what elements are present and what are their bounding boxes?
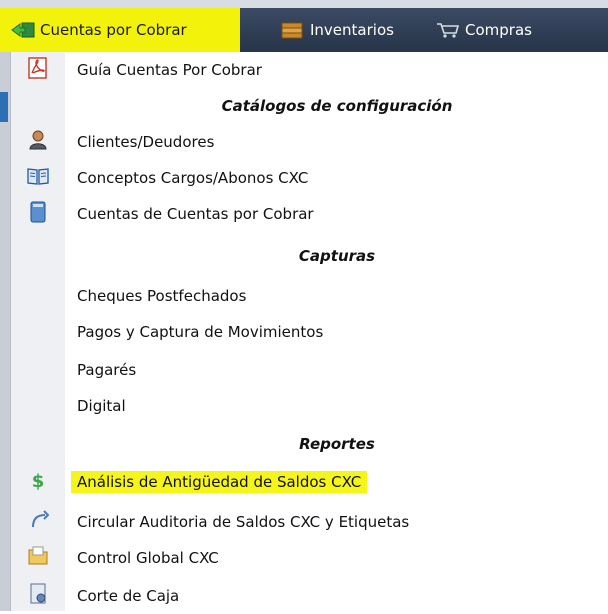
menu-item-guia-cuentas[interactable]: Guía Cuentas Por Cobrar (11, 52, 608, 88)
tab-label: Cuentas por Cobrar (40, 21, 187, 39)
menu-item-label: Pagarés (77, 361, 137, 379)
menu-item-label: Análisis de Antigüedad de Saldos CXC (71, 471, 368, 493)
svg-text:$: $ (32, 471, 45, 491)
menu-item-control-global[interactable]: Control Global CXC (11, 540, 608, 576)
menu-item-label: Digital (77, 397, 126, 415)
menu-item-label: Cuentas de Cuentas por Cobrar (77, 205, 314, 223)
tab-label: Inventarios (310, 21, 394, 39)
menu-item-pagares[interactable]: Pagarés (11, 352, 608, 388)
folder-icon (27, 545, 49, 571)
menu-item-label: Guía Cuentas Por Cobrar (77, 61, 262, 79)
menu-item-corte-de-caja[interactable]: Corte de Caja (11, 578, 608, 614)
menu-item-cheques-postfechados[interactable]: Cheques Postfechados (11, 278, 608, 314)
box-icon (280, 21, 306, 39)
pdf-icon (27, 57, 49, 83)
cart-icon (435, 21, 461, 39)
menu-item-label: Circular Auditoria de Saldos CXC y Etiqu… (77, 513, 410, 531)
menu-item-analisis-antiguedad[interactable]: $ Análisis de Antigüedad de Saldos CXC (11, 464, 608, 500)
menu-item-label: Conceptos Cargos/Abonos CXC (77, 169, 309, 187)
dollar-icon: $ (27, 469, 49, 495)
menu-item-label: Pagos y Captura de Movimientos (77, 323, 324, 341)
section-reportes: Reportes (299, 435, 375, 453)
section-capturas: Capturas (298, 247, 376, 265)
menu-item-label: Corte de Caja (77, 587, 180, 605)
tab-cuentas-por-cobrar[interactable]: Cuentas por Cobrar (0, 8, 240, 52)
tab-label: Compras (465, 21, 532, 39)
menu-item-circular-auditoria[interactable]: Circular Auditoria de Saldos CXC y Etiqu… (11, 504, 608, 540)
exit-arrow-icon (10, 21, 36, 39)
menu-item-digital[interactable]: Digital (11, 388, 608, 424)
tab-inventarios[interactable]: Inventarios (240, 8, 405, 52)
tab-compras[interactable]: Compras (405, 8, 575, 52)
left-window-accent (0, 92, 8, 122)
window-top-strip (0, 0, 608, 8)
menubar: Cuentas por Cobrar Inventarios Compras (0, 8, 608, 52)
user-icon (27, 129, 49, 155)
menu-item-cuentas-de-cuentas[interactable]: Cuentas de Cuentas por Cobrar (11, 196, 608, 232)
menu-item-conceptos-cargos[interactable]: Conceptos Cargos/Abonos CXC (11, 160, 608, 196)
menu-item-clientes-deudores[interactable]: Clientes/Deudores (11, 124, 608, 160)
section-catalogos: Catálogos de configuración (221, 97, 453, 115)
book-icon (27, 165, 49, 191)
arrow-icon (27, 509, 50, 535)
cuentas-por-cobrar-dropdown: Guía Cuentas Por Cobrar Catálogos de con… (10, 52, 608, 611)
menu-item-label: Clientes/Deudores (77, 133, 215, 151)
menu-item-label: Cheques Postfechados (77, 287, 247, 305)
menu-item-label: Control Global CXC (77, 549, 219, 567)
left-window-edge (0, 52, 10, 611)
document-icon (27, 583, 49, 609)
menu-item-pagos-captura[interactable]: Pagos y Captura de Movimientos (11, 314, 608, 350)
ledger-icon (27, 201, 49, 227)
